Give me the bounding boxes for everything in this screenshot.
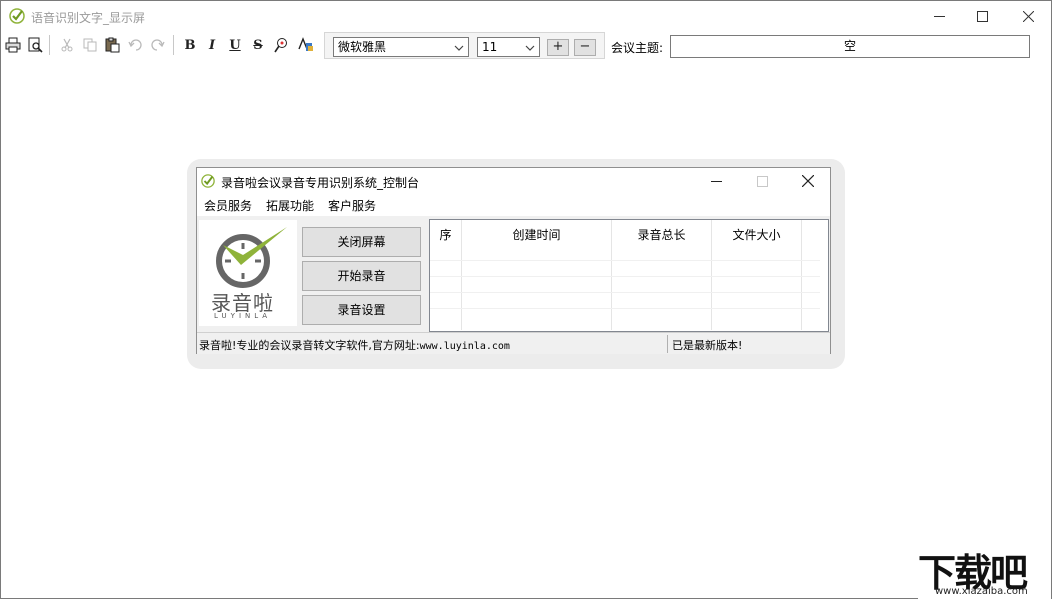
xiazaiba-watermark: 下载吧 www.xiazaiba.com	[918, 544, 1051, 600]
menu-extensions[interactable]: 拓展功能	[266, 197, 314, 214]
font-size-select[interactable]: 11	[477, 37, 540, 57]
main-window: 语音识别文字_显示屏	[0, 0, 1052, 599]
font-family-select[interactable]: 微软雅黑	[333, 37, 469, 57]
chevron-down-icon	[453, 41, 465, 53]
app-checkmark-icon	[9, 8, 25, 24]
recording-settings-button[interactable]: 录音设置	[302, 295, 421, 325]
column-header-duration[interactable]: 录音总长	[612, 220, 712, 330]
redo-icon[interactable]	[148, 35, 168, 55]
clock-check-logo-icon	[213, 225, 291, 289]
official-url[interactable]: www.luyinla.com	[420, 341, 510, 352]
font-family-value: 微软雅黑	[338, 40, 386, 54]
meeting-topic-input[interactable]: 空	[670, 35, 1030, 58]
bold-button[interactable]: B	[180, 35, 200, 55]
decrease-font-button[interactable]: −	[574, 39, 596, 56]
table-row	[430, 308, 820, 309]
underline-button[interactable]: U	[225, 35, 245, 55]
maximize-button[interactable]	[959, 1, 1005, 31]
column-header-index[interactable]: 序	[430, 220, 462, 330]
status-message: 录音啦!专业的会议录音转文字软件,官方网址:www.luyinla.com	[199, 337, 510, 353]
undo-icon[interactable]	[125, 35, 145, 55]
close-button[interactable]	[1005, 1, 1051, 31]
title-bar: 语音识别文字_显示屏	[1, 1, 1051, 31]
luyinla-logo: 录音啦 LUYINLA	[199, 220, 297, 326]
console-close-button[interactable]	[785, 168, 831, 194]
console-status-bar: 录音啦!专业的会议录音转文字软件,官方网址:www.luyinla.com 已是…	[197, 332, 830, 354]
table-row	[430, 292, 820, 293]
copy-icon[interactable]	[80, 35, 100, 55]
column-header-file-size[interactable]: 文件大小	[712, 220, 802, 330]
increase-font-button[interactable]: +	[547, 39, 569, 56]
print-preview-icon[interactable]	[25, 35, 45, 55]
status-separator	[667, 335, 668, 353]
window-title: 语音识别文字_显示屏	[31, 9, 145, 26]
column-header-created-time[interactable]: 创建时间	[462, 220, 612, 330]
strikethrough-button[interactable]: S	[248, 35, 268, 55]
close-screen-button[interactable]: 关闭屏幕	[302, 227, 421, 257]
console-title-bar: 录音啦会议录音专用识别系统_控制台	[197, 168, 830, 194]
meeting-topic-label: 会议主题:	[611, 39, 663, 56]
font-color-icon[interactable]	[295, 35, 315, 55]
font-size-value: 11	[482, 40, 497, 54]
console-title: 录音啦会议录音专用识别系统_控制台	[221, 174, 419, 191]
menu-customer-service[interactable]: 客户服务	[328, 197, 376, 214]
console-maximize-button	[739, 168, 785, 194]
app-checkmark-icon	[201, 174, 215, 188]
cut-icon[interactable]	[57, 35, 77, 55]
highlight-icon[interactable]	[271, 35, 291, 55]
font-settings-group: 微软雅黑 11 + −	[324, 32, 605, 59]
logo-subtext: LUYINLA	[214, 312, 271, 320]
chevron-down-icon	[524, 41, 536, 53]
minimize-button[interactable]	[916, 1, 962, 31]
console-menu-bar: 会员服务 拓展功能 客户服务	[197, 194, 830, 216]
console-dialog: 录音啦会议录音专用识别系统_控制台 会员服务 拓展功能 客户服务	[196, 167, 831, 354]
menu-member-service[interactable]: 会员服务	[204, 197, 252, 214]
version-status: 已是最新版本!	[672, 337, 742, 353]
status-slogan: 录音啦!专业的会议录音转文字软件,官方网址:	[199, 339, 420, 352]
print-icon[interactable]	[3, 35, 23, 55]
recordings-table[interactable]: 序 创建时间 录音总长 文件大小	[429, 219, 829, 332]
italic-button[interactable]: I	[202, 35, 222, 55]
start-recording-button[interactable]: 开始录音	[302, 261, 421, 291]
table-row	[430, 276, 820, 277]
toolbar-separator	[49, 35, 50, 55]
console-minimize-button[interactable]	[693, 168, 739, 194]
watermark-url: www.xiazaiba.com	[935, 586, 1028, 597]
paste-icon[interactable]	[102, 35, 122, 55]
table-row	[430, 260, 820, 261]
toolbar-separator	[173, 35, 174, 55]
